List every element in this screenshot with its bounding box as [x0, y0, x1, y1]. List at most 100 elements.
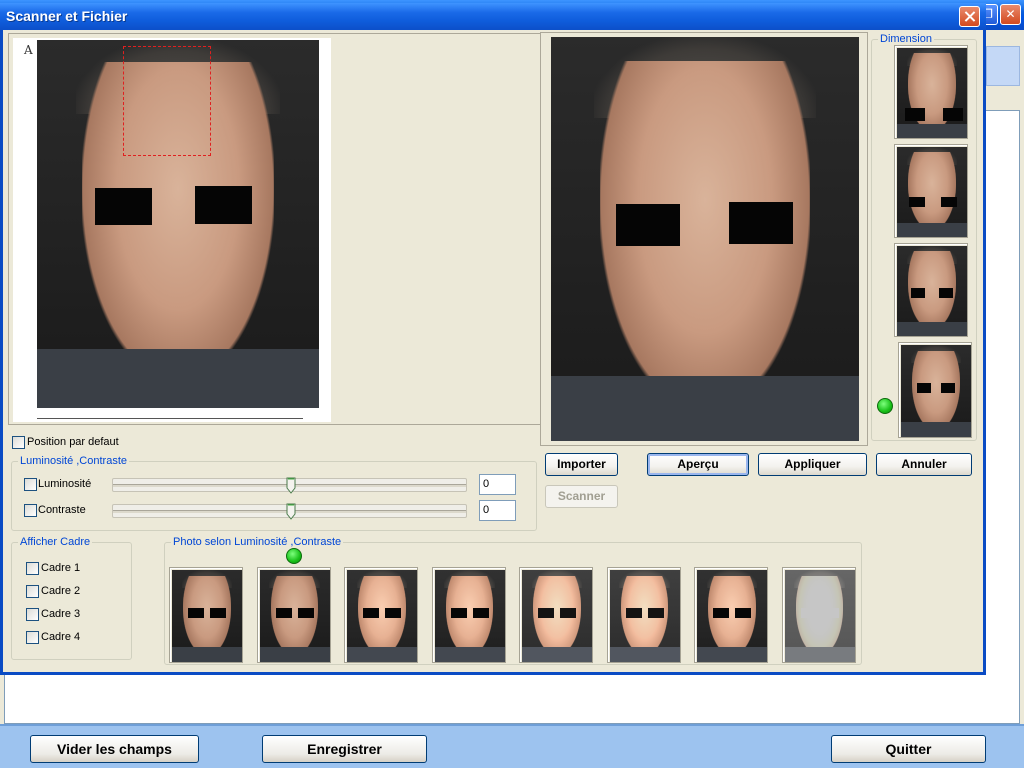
apply-button[interactable]: Appliquer: [758, 453, 867, 476]
background-side-panel: [986, 46, 1020, 86]
contrast-slider[interactable]: [112, 503, 467, 520]
source-photo[interactable]: [37, 40, 319, 408]
photo-shirt: [784, 647, 855, 662]
eye-mask-left: [188, 608, 204, 618]
photo-shirt: [522, 647, 592, 662]
photo-variant-3[interactable]: [344, 567, 418, 663]
photo-variant-7[interactable]: [694, 567, 768, 663]
brightness-value-input[interactable]: 0: [479, 474, 516, 495]
frame-4-label: Cadre 4: [41, 631, 81, 643]
thumbnail-photo: [897, 48, 967, 138]
frame-3-label: Cadre 3: [41, 608, 81, 620]
frame-1-checkbox[interactable]: [26, 562, 39, 575]
photo-variant-8[interactable]: [781, 567, 856, 663]
thumbnail-photo: [784, 570, 855, 662]
thumbnail-photo: [609, 570, 680, 662]
close-icon[interactable]: ✕: [1000, 4, 1021, 25]
contrast-checkbox[interactable]: [24, 504, 37, 517]
frame-1-label: Cadre 1: [41, 562, 81, 574]
frame-4-checkbox[interactable]: [26, 631, 39, 644]
contrast-value-input[interactable]: 0: [479, 500, 516, 521]
source-photo-paper: A: [13, 38, 331, 422]
thumbnail-photo: [434, 570, 505, 662]
photo-shirt: [434, 647, 505, 662]
thumbnail-photo: [172, 570, 242, 662]
eye-mask-right: [941, 197, 957, 207]
frame-2-checkbox[interactable]: [26, 585, 39, 598]
eye-mask-right: [735, 608, 751, 618]
dimension-thumbnail-3[interactable]: [894, 243, 968, 337]
eye-mask-right: [210, 608, 226, 618]
thumbnail-photo: [522, 570, 592, 662]
dimension-thumbnail-1[interactable]: [894, 45, 968, 139]
photo-variant-6[interactable]: [606, 567, 681, 663]
quit-button[interactable]: Quitter: [831, 735, 986, 763]
contrast-label: Contraste: [38, 504, 86, 516]
eye-mask-left: [909, 197, 925, 207]
photo-shirt: [901, 422, 971, 437]
brightness-slider-thumb[interactable]: [286, 477, 296, 494]
scan-button: Scanner: [545, 485, 618, 508]
photo-variant-1[interactable]: [169, 567, 243, 663]
background-footer: Vider les champs Enregistrer Quitter: [0, 724, 1024, 768]
photo-shirt: [551, 376, 859, 441]
photo-shirt: [897, 123, 967, 138]
import-button[interactable]: Importer: [545, 453, 618, 476]
selected-variant-indicator: [285, 548, 302, 564]
photo-shirt: [347, 647, 417, 662]
photo-variant-4[interactable]: [431, 567, 506, 663]
eye-mask-left: [95, 188, 152, 225]
photo-variants-group: Photo selon Luminosité ,Contraste: [164, 536, 862, 665]
dialog-title: Scanner et Fichier: [6, 8, 128, 24]
default-position-checkbox[interactable]: [12, 436, 25, 449]
save-button[interactable]: Enregistrer: [262, 735, 427, 763]
photo-variants-group-title: Photo selon Luminosité ,Contraste: [171, 536, 344, 548]
close-icon[interactable]: [959, 6, 980, 27]
thumbnail-photo: [901, 345, 971, 437]
dialog-title-bar[interactable]: Scanner et Fichier: [0, 3, 986, 30]
thumbnail-photo: [897, 246, 967, 336]
eye-mask-right: [195, 186, 252, 224]
eye-mask-right: [297, 608, 314, 618]
brightness-label: Luminosité: [38, 478, 92, 490]
eye-mask-left: [917, 383, 931, 393]
cancel-button[interactable]: Annuler: [876, 453, 972, 476]
dimension-thumbnail-2[interactable]: [894, 144, 968, 238]
eye-mask-left: [911, 288, 925, 298]
preview-photo: [551, 37, 859, 441]
eye-mask-right: [560, 608, 576, 618]
contrast-slider-thumb[interactable]: [286, 503, 296, 520]
scanner-dialog: Scanner et Fichier A Dimension Position …: [0, 3, 986, 675]
eye-mask-right: [647, 608, 664, 618]
eye-mask-right: [822, 608, 839, 618]
brightness-contrast-group: Luminosité ,Contraste Luminosité 0 Contr…: [11, 455, 537, 531]
brightness-checkbox[interactable]: [24, 478, 37, 491]
thumbnail-photo: [697, 570, 767, 662]
selected-dimension-indicator: [877, 398, 893, 414]
photo-paper-edge: [37, 418, 303, 419]
eye-mask-left: [616, 204, 680, 246]
photo-shirt: [259, 647, 330, 662]
photo-variant-5[interactable]: [519, 567, 593, 663]
photo-face: [908, 152, 956, 230]
photo-variant-2[interactable]: [256, 567, 331, 663]
clear-fields-button[interactable]: Vider les champs: [30, 735, 199, 763]
eye-mask-right: [941, 383, 955, 393]
eye-mask-left: [275, 608, 292, 618]
eye-mask-right: [939, 288, 953, 298]
photo-shirt: [697, 647, 767, 662]
frame-3-checkbox[interactable]: [26, 608, 39, 621]
eye-mask-left: [625, 608, 642, 618]
dimension-thumbnail-4[interactable]: [898, 342, 972, 438]
frame-2-label: Cadre 2: [41, 585, 81, 597]
eye-mask-left: [905, 108, 925, 121]
photo-shirt: [172, 647, 242, 662]
crop-selection-rectangle[interactable]: [123, 46, 211, 156]
thumbnail-photo: [259, 570, 330, 662]
thumbnail-photo: [347, 570, 417, 662]
eye-mask-right: [729, 202, 793, 244]
brightness-slider[interactable]: [112, 477, 467, 494]
preview-button[interactable]: Aperçu: [647, 453, 749, 476]
preview-panel: [540, 32, 868, 446]
dialog-body: A Dimension Position par defaut Luminosi…: [3, 30, 983, 672]
